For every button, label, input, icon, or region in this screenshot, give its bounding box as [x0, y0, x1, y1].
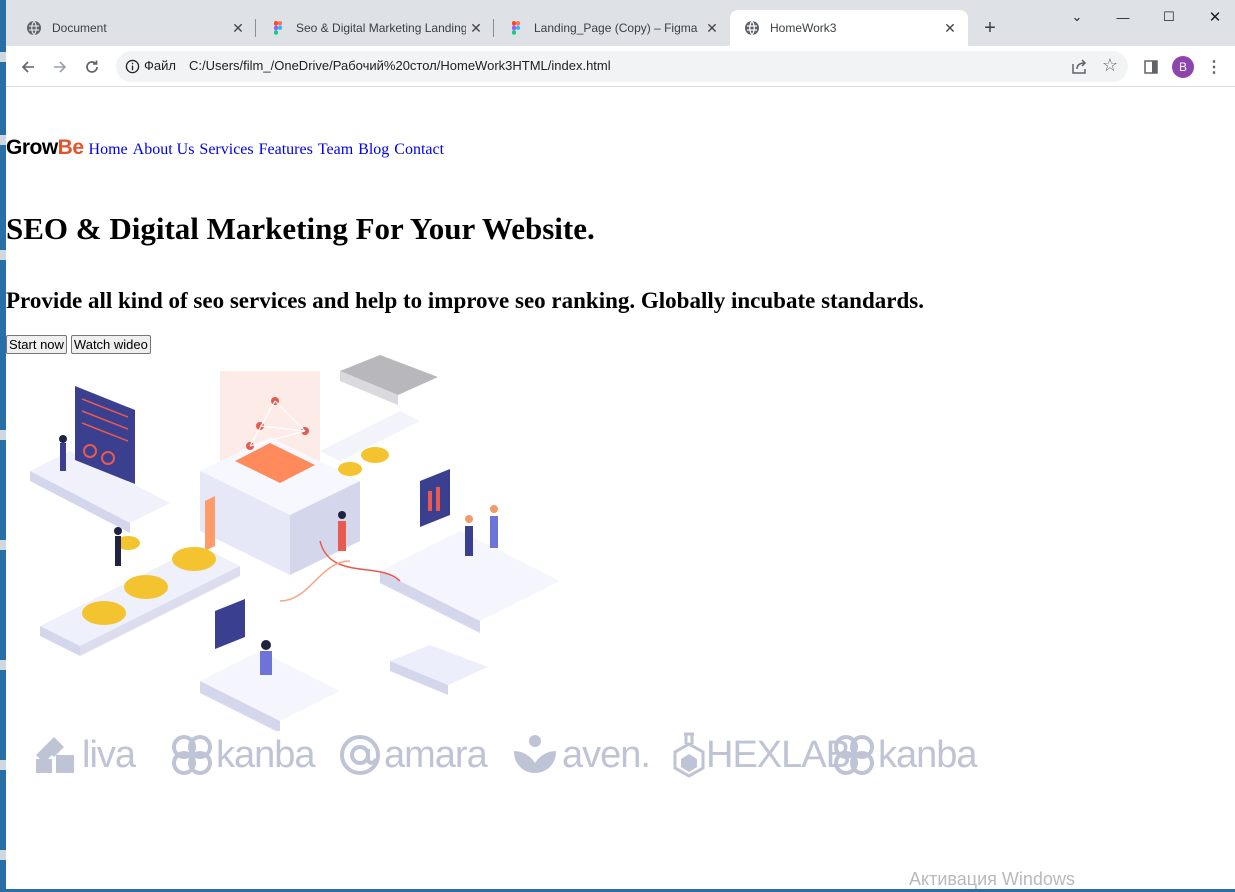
close-icon[interactable]: ✕ [228, 18, 248, 38]
nav-home[interactable]: Home [89, 141, 128, 158]
kebab-menu-icon[interactable]: ⋮ [1204, 54, 1224, 80]
figma-icon [274, 21, 282, 35]
new-tab-button[interactable]: + [976, 14, 1004, 42]
partner-logo-aven: aven. [512, 729, 651, 781]
growbe-logo[interactable]: GrowBe [6, 136, 84, 159]
tab-homework3[interactable]: HomeWork3 ✕ [730, 10, 968, 46]
kanba-mark-icon [172, 735, 212, 775]
partner-logo-kanba: kanba [168, 729, 316, 781]
close-icon[interactable]: ✕ [940, 18, 960, 38]
tab-search-icon[interactable]: ⌄ [1054, 4, 1100, 30]
close-icon[interactable]: ✕ [466, 18, 486, 38]
url-text[interactable]: C:/Users/film_/OneDrive/Рабочий%20стол/H… [189, 58, 611, 73]
partner-logo-kanba-2: kanba [830, 729, 978, 781]
globe-icon [27, 20, 41, 36]
amara-mark-icon [340, 735, 380, 775]
tab-landing-figma[interactable]: Landing_Page (Copy) – Figma ✕ [494, 10, 730, 46]
file-label: Файл [144, 58, 176, 73]
figma-icon [512, 21, 520, 35]
nav-about-us[interactable]: About Us [133, 141, 195, 158]
arrow-left-icon [21, 61, 34, 73]
windows-activation-watermark: Активация Windows [909, 869, 1075, 889]
page-headline: SEO & Digital Marketing For Your Website… [6, 211, 595, 246]
reload-icon [86, 60, 98, 73]
minimize-icon[interactable]: — [1100, 4, 1146, 30]
tab-strip: Document ✕ Seo & Digital Marketing Landi… [6, 0, 1235, 46]
page-content: GrowBe Home About Us Services Features T… [6, 88, 1235, 889]
nav-team[interactable]: Team [318, 141, 353, 158]
tab-document[interactable]: Document ✕ [12, 10, 256, 46]
partner-logos: liva kanba amara aven. HEXLAB kanba [34, 729, 994, 781]
nav-blog[interactable]: Blog [358, 141, 389, 158]
nav-features[interactable]: Features [259, 141, 313, 158]
side-panel-icon[interactable] [1139, 54, 1163, 80]
info-icon [125, 59, 140, 74]
arrow-right-icon [54, 61, 67, 73]
browser-toolbar: Файл C:/Users/film_/OneDrive/Рабочий%20с… [6, 46, 1235, 87]
kanba-mark-icon [834, 735, 874, 775]
partner-logo-liva: liva [34, 729, 136, 781]
partner-logo-amara: amara [338, 729, 488, 781]
tab-title: Landing_Page (Copy) – Figma [534, 21, 698, 35]
profile-avatar[interactable]: B [1171, 54, 1195, 80]
share-icon[interactable] [1070, 58, 1088, 76]
tab-title: HomeWork3 [770, 21, 837, 35]
maximize-icon[interactable]: ☐ [1146, 4, 1192, 30]
nav-contact[interactable]: Contact [394, 141, 444, 158]
page-subheadline: Provide all kind of seo services and hel… [6, 288, 924, 313]
hero-illustration [30, 355, 560, 731]
avatar: B [1172, 56, 1194, 78]
liva-mark-icon [36, 737, 74, 773]
tab-seo-landing[interactable]: Seo & Digital Marketing Landing ✕ [256, 10, 494, 46]
back-button[interactable] [14, 53, 42, 81]
window-close-icon[interactable]: ✕ [1192, 4, 1235, 30]
aven-mark-icon [514, 735, 556, 773]
bookmark-star-icon[interactable]: ☆ [1102, 55, 1118, 76]
forward-button[interactable] [46, 53, 74, 81]
tab-title: Seo & Digital Marketing Landing [296, 21, 466, 35]
partner-logo-hexlab: HEXLAB [672, 729, 851, 781]
site-nav: GrowBe Home About Us Services Features T… [6, 136, 444, 160]
address-bar[interactable]: Файл C:/Users/film_/OneDrive/Рабочий%20с… [116, 51, 1128, 82]
browser-window: Document ✕ Seo & Digital Marketing Landi… [6, 0, 1235, 889]
hexlab-mark-icon [673, 732, 705, 778]
close-icon[interactable]: ✕ [702, 18, 722, 38]
nav-services[interactable]: Services [199, 141, 253, 158]
tab-title: Document [52, 21, 107, 35]
globe-icon [745, 20, 759, 36]
reload-button[interactable] [78, 53, 106, 81]
